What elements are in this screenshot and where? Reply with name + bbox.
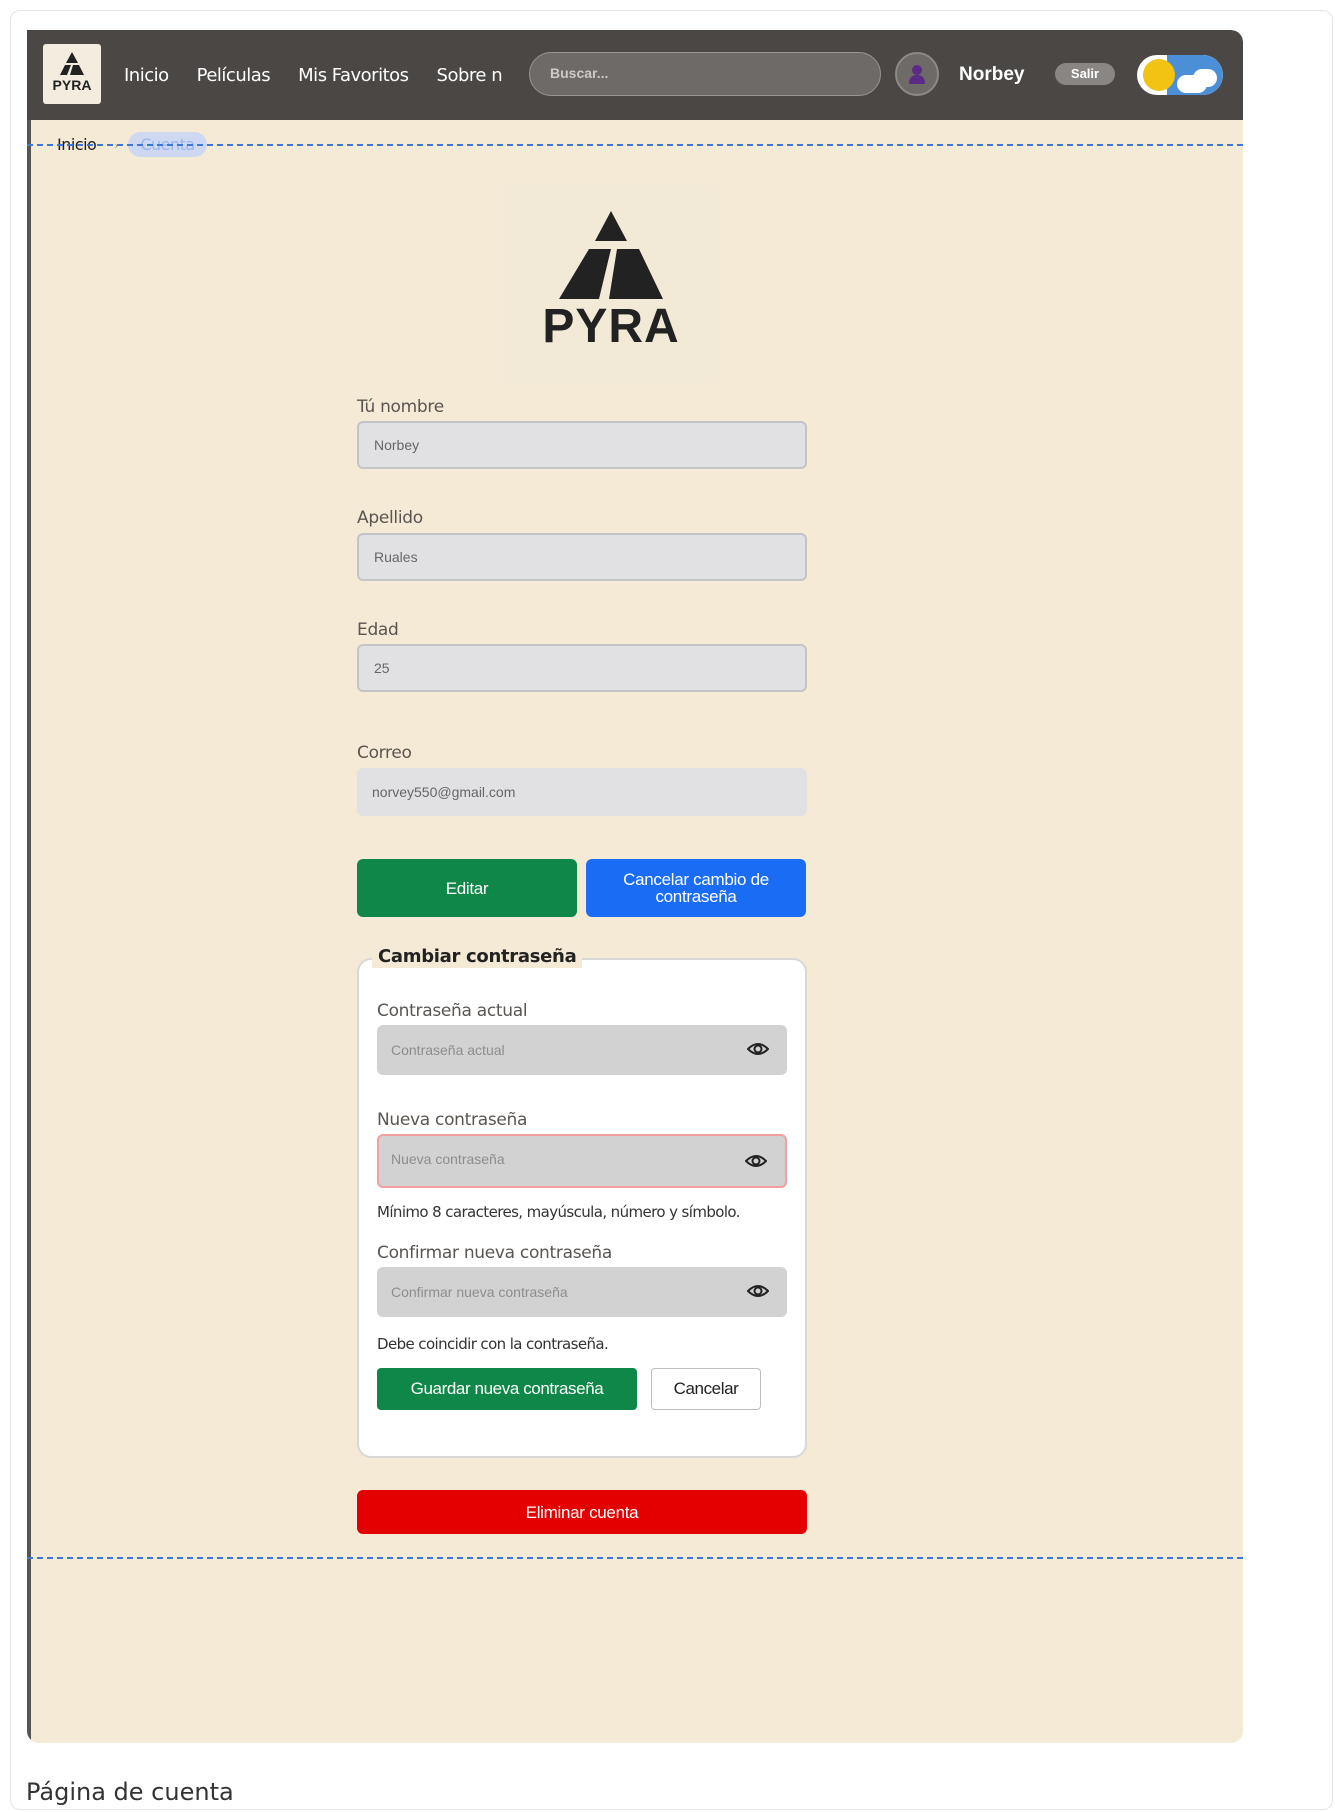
- divider-bottom: [27, 1557, 1243, 1559]
- eye-icon[interactable]: [745, 1152, 767, 1170]
- current-password-label: Contraseña actual: [377, 1001, 528, 1021]
- cloud-icon: [1193, 69, 1217, 87]
- new-password-hint: Mínimo 8 caracteres, mayúscula, número y…: [377, 1203, 741, 1221]
- theme-toggle[interactable]: [1137, 55, 1223, 95]
- age-field[interactable]: 25: [357, 644, 807, 692]
- email-field[interactable]: norvey550@gmail.com: [357, 768, 807, 816]
- nav-link-peliculas[interactable]: Películas: [197, 65, 271, 86]
- brand-logo-text: PYRA: [542, 300, 680, 353]
- cancel-password-change-button[interactable]: Cancelar cambio de contraseña: [586, 859, 806, 917]
- new-password-input[interactable]: Nueva contraseña: [377, 1134, 787, 1188]
- pyra-logo-icon: [60, 52, 84, 75]
- current-password-input[interactable]: Contraseña actual: [377, 1025, 787, 1075]
- nav-link-sobre-nosotros[interactable]: Sobre nosotros: [437, 65, 503, 86]
- nav-link-inicio[interactable]: Inicio: [124, 65, 169, 86]
- name-field[interactable]: Norbey: [357, 421, 807, 469]
- sun-icon: [1143, 59, 1175, 91]
- app-window: PYRA Inicio Películas Mis Favoritos Sobr…: [27, 30, 1243, 1743]
- confirm-password-label: Confirmar nueva contraseña: [377, 1243, 613, 1263]
- search-input[interactable]: Buscar...: [529, 52, 881, 96]
- eye-icon[interactable]: [747, 1040, 769, 1058]
- age-label: Edad: [357, 620, 399, 640]
- new-password-label: Nueva contraseña: [377, 1110, 528, 1130]
- nav-link-favoritos[interactable]: Mis Favoritos: [298, 65, 409, 86]
- new-password-placeholder: Nueva contraseña: [391, 1151, 505, 1167]
- breadcrumb-separator: ›: [114, 140, 119, 152]
- confirm-password-placeholder: Confirmar nueva contraseña: [391, 1284, 568, 1300]
- divider-top: [27, 144, 1243, 146]
- save-password-button[interactable]: Guardar nueva contraseña: [377, 1368, 637, 1410]
- logout-button[interactable]: Salir: [1055, 63, 1115, 85]
- current-password-placeholder: Contraseña actual: [391, 1042, 505, 1058]
- navbar: PYRA Inicio Películas Mis Favoritos Sobr…: [27, 30, 1243, 120]
- change-password-legend: Cambiar contraseña: [372, 946, 583, 968]
- nav-logo-text: PYRA: [52, 77, 92, 93]
- brand-logo: PYRA: [504, 185, 718, 383]
- eye-icon[interactable]: [747, 1282, 769, 1300]
- name-label: Tú nombre: [357, 397, 444, 417]
- window-edge: [27, 30, 31, 1743]
- page-caption: Página de cuenta: [26, 1778, 234, 1806]
- avatar[interactable]: [895, 52, 939, 96]
- cancel-password-button[interactable]: Cancelar: [651, 1368, 761, 1410]
- email-label: Correo: [357, 743, 412, 763]
- lastname-field[interactable]: Ruales: [357, 533, 807, 581]
- nav-user-name: Norbey: [959, 64, 1025, 85]
- pyra-logo-icon: [559, 211, 663, 299]
- user-icon: [909, 65, 925, 84]
- nav-logo[interactable]: PYRA: [43, 44, 101, 104]
- confirm-password-input[interactable]: Confirmar nueva contraseña: [377, 1267, 787, 1317]
- edit-button[interactable]: Editar: [357, 859, 577, 917]
- confirm-password-hint: Debe coincidir con la contraseña.: [377, 1335, 609, 1353]
- nav-links: Inicio Películas Mis Favoritos Sobre nos…: [124, 30, 503, 120]
- delete-account-button[interactable]: Eliminar cuenta: [357, 1490, 807, 1534]
- lastname-label: Apellido: [357, 508, 423, 528]
